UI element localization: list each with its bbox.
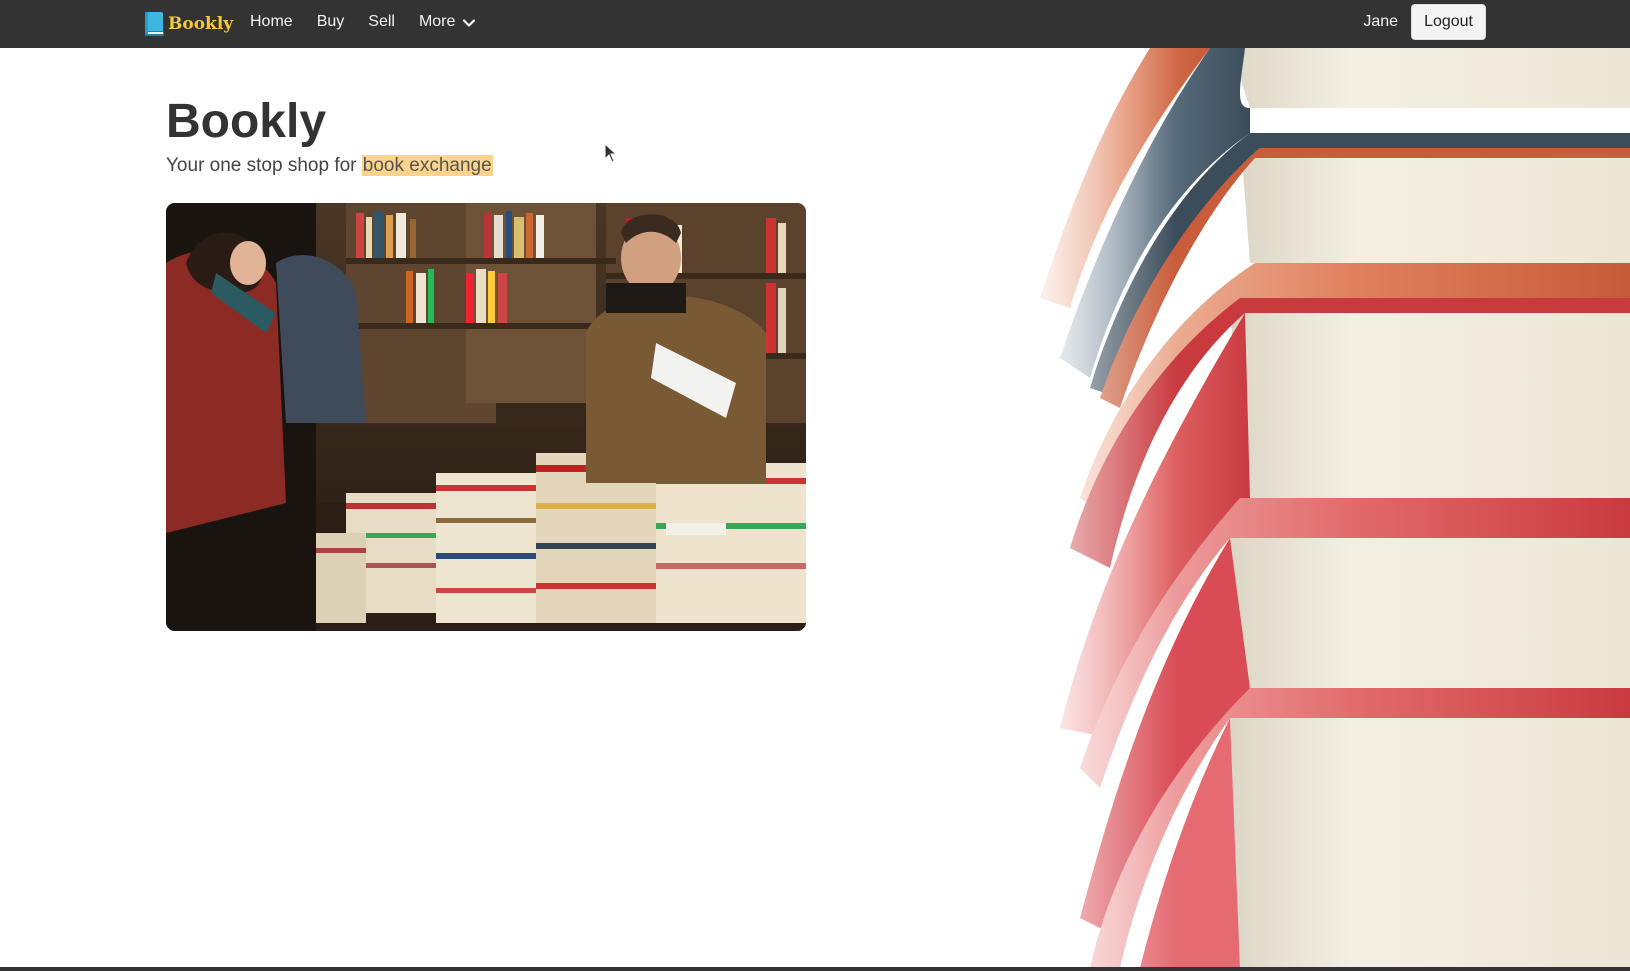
- page-title: Bookly: [166, 95, 327, 148]
- bottom-edge-bar: [0, 967, 1630, 971]
- page: Bookly Home Buy Sell More Jane Logout Bo…: [0, 0, 1630, 971]
- brand-name: Bookly: [168, 14, 234, 34]
- mouse-cursor-icon: [604, 143, 618, 163]
- top-navbar: Bookly Home Buy Sell More Jane Logout: [0, 0, 1630, 48]
- chevron-down-icon: [463, 19, 476, 27]
- brand-logo[interactable]: Bookly: [144, 9, 233, 39]
- book-stack-image: [1000, 48, 1630, 968]
- book-icon: [145, 12, 164, 36]
- user-name: Jane: [1363, 13, 1399, 30]
- hero-subtitle: Your one stop shop for book exchange: [166, 154, 493, 178]
- nav-buy[interactable]: Buy: [317, 13, 345, 31]
- subtitle-prefix: Your one stop shop for: [166, 155, 362, 176]
- nav-user-area: Jane Logout: [1363, 4, 1486, 40]
- nav-more-dropdown[interactable]: More: [419, 13, 476, 31]
- nav-links: Home Buy Sell More: [250, 0, 500, 44]
- hero-section: Bookly Your one stop shop for book excha…: [166, 90, 493, 178]
- nav-sell[interactable]: Sell: [368, 13, 395, 31]
- nav-home[interactable]: Home: [250, 13, 293, 31]
- logout-button[interactable]: Logout: [1411, 4, 1486, 40]
- bookstore-photo: [166, 203, 806, 631]
- subtitle-highlight: book exchange: [361, 155, 493, 176]
- nav-more-label: More: [418, 13, 456, 30]
